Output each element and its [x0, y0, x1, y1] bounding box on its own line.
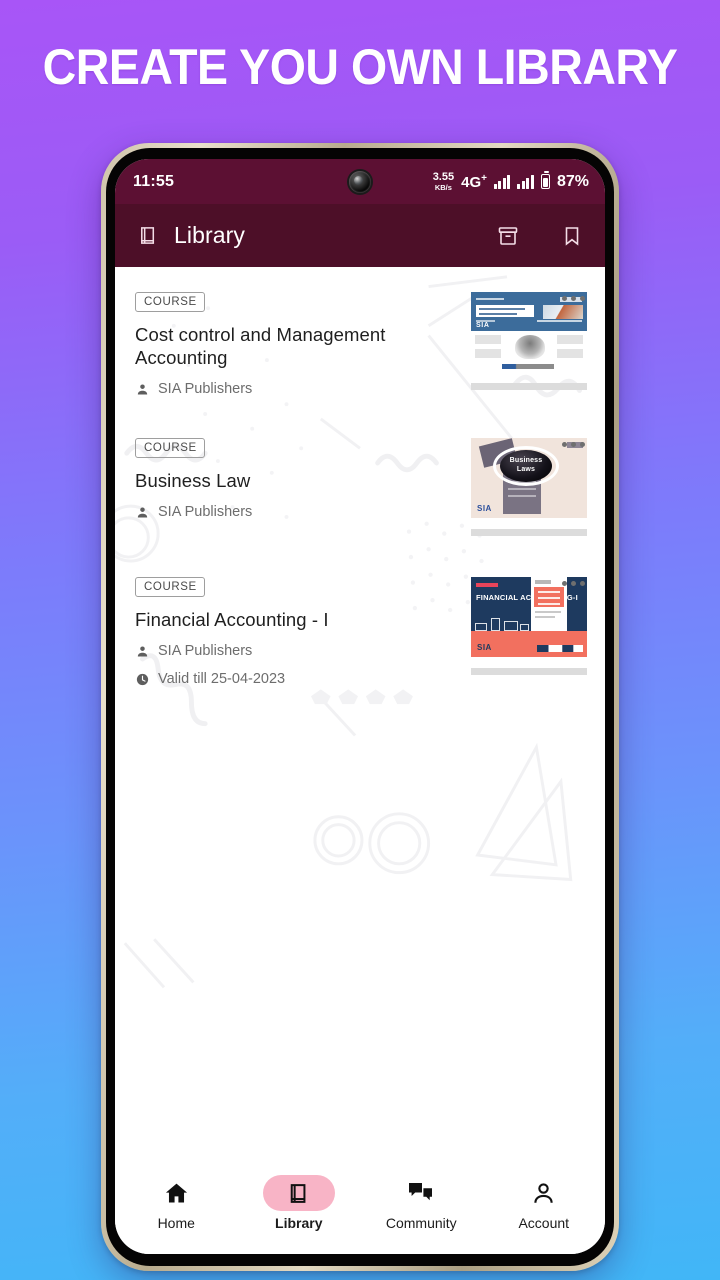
- person-icon: [135, 644, 150, 659]
- front-camera-icon: [349, 171, 371, 193]
- course-author: SIA Publishers: [135, 643, 461, 659]
- more-options-icon[interactable]: [562, 442, 585, 448]
- course-validity-label: Valid till 25-04-2023: [158, 671, 286, 688]
- phone-screen: 11:55 3.55 KB/s 4G+ 87% Library COURSE C…: [115, 159, 605, 1254]
- course-title: Financial Accounting - I: [135, 609, 329, 631]
- course-thumbnail[interactable]: Business Laws SIA: [471, 438, 587, 537]
- course-author: SIA Publishers: [135, 504, 461, 520]
- course-badge: COURSE: [135, 577, 205, 598]
- app-bar: Library: [115, 204, 605, 267]
- network-type: 4G+: [461, 172, 487, 191]
- library-item[interactable]: COURSE Cost control and Management Accou…: [115, 279, 605, 397]
- signal-bars-icon-2: [517, 174, 534, 189]
- nav-label-home: Home: [157, 1215, 195, 1231]
- promo-headline: CREATE YOU OWN LIBRARY: [42, 39, 678, 95]
- status-time: 11:55: [133, 172, 175, 190]
- nav-item-account[interactable]: Account: [489, 1175, 599, 1231]
- nav-item-home[interactable]: Home: [121, 1175, 231, 1231]
- course-title: Business Law: [135, 470, 251, 492]
- course-badge: COURSE: [135, 438, 205, 459]
- library-list[interactable]: COURSE Cost control and Management Accou…: [115, 267, 605, 1168]
- status-bar: 11:55 3.55 KB/s 4G+ 87%: [115, 159, 605, 204]
- nav-item-library[interactable]: Library: [244, 1175, 354, 1231]
- home-icon: [140, 1175, 212, 1211]
- phone-mockup: 11:55 3.55 KB/s 4G+ 87% Library COURSE C…: [101, 143, 619, 1271]
- clock-icon: [135, 672, 150, 687]
- thumb-brand: SIA: [477, 504, 492, 514]
- nav-item-community[interactable]: Community: [366, 1175, 476, 1231]
- battery-percent: 87%: [556, 172, 589, 190]
- book-icon: [137, 224, 160, 247]
- nav-label-library: Library: [275, 1215, 323, 1231]
- chat-icon: [385, 1175, 457, 1211]
- course-validity: Valid till 25-04-2023: [135, 671, 461, 687]
- bottom-navigation: Home Library Community Account: [115, 1168, 605, 1254]
- signal-bars-icon-1: [493, 174, 511, 189]
- course-author-label: SIA Publishers: [158, 643, 253, 660]
- more-options-icon[interactable]: [562, 581, 585, 587]
- course-title: Cost control and Management Accounting: [135, 324, 386, 369]
- bookmark-icon[interactable]: [560, 224, 584, 248]
- battery-icon: [540, 171, 550, 189]
- course-author: SIA Publishers: [135, 381, 461, 397]
- more-options-icon[interactable]: [562, 296, 585, 301]
- person-icon: [135, 382, 150, 397]
- thumb-brand: SIA: [476, 322, 490, 329]
- thumb-title: Business Laws: [509, 457, 543, 473]
- book-icon: [262, 1175, 335, 1211]
- person-icon: [135, 505, 150, 520]
- course-author-label: SIA Publishers: [158, 504, 253, 521]
- network-speed-unit: KB/s: [434, 182, 452, 192]
- course-thumbnail[interactable]: FINANCIAL ACCOUNTING-I SIA: [471, 577, 587, 687]
- thumb-progress-bar: [471, 668, 587, 676]
- thumb-progress-bar: [471, 529, 587, 537]
- thumb-brand: SIA: [477, 643, 492, 653]
- phone-bezel: 11:55 3.55 KB/s 4G+ 87% Library COURSE C…: [106, 148, 614, 1266]
- course-badge: COURSE: [135, 292, 205, 312]
- archive-icon[interactable]: [496, 224, 520, 248]
- library-item[interactable]: COURSE Financial Accounting - I SIA Publ…: [115, 564, 605, 687]
- course-author-label: SIA Publishers: [158, 381, 253, 398]
- library-item[interactable]: COURSE Business Law SIA Publishers Busin…: [115, 425, 605, 537]
- person-icon: [508, 1175, 580, 1211]
- course-thumbnail[interactable]: SIA: [471, 292, 587, 397]
- app-bar-title: Library: [174, 222, 246, 248]
- network-speed-value: 3.55: [432, 170, 455, 183]
- nav-label-community: Community: [385, 1215, 457, 1231]
- network-speed: 3.55 KB/s: [432, 170, 455, 192]
- thumb-progress-bar: [471, 383, 587, 390]
- nav-label-account: Account: [518, 1215, 570, 1231]
